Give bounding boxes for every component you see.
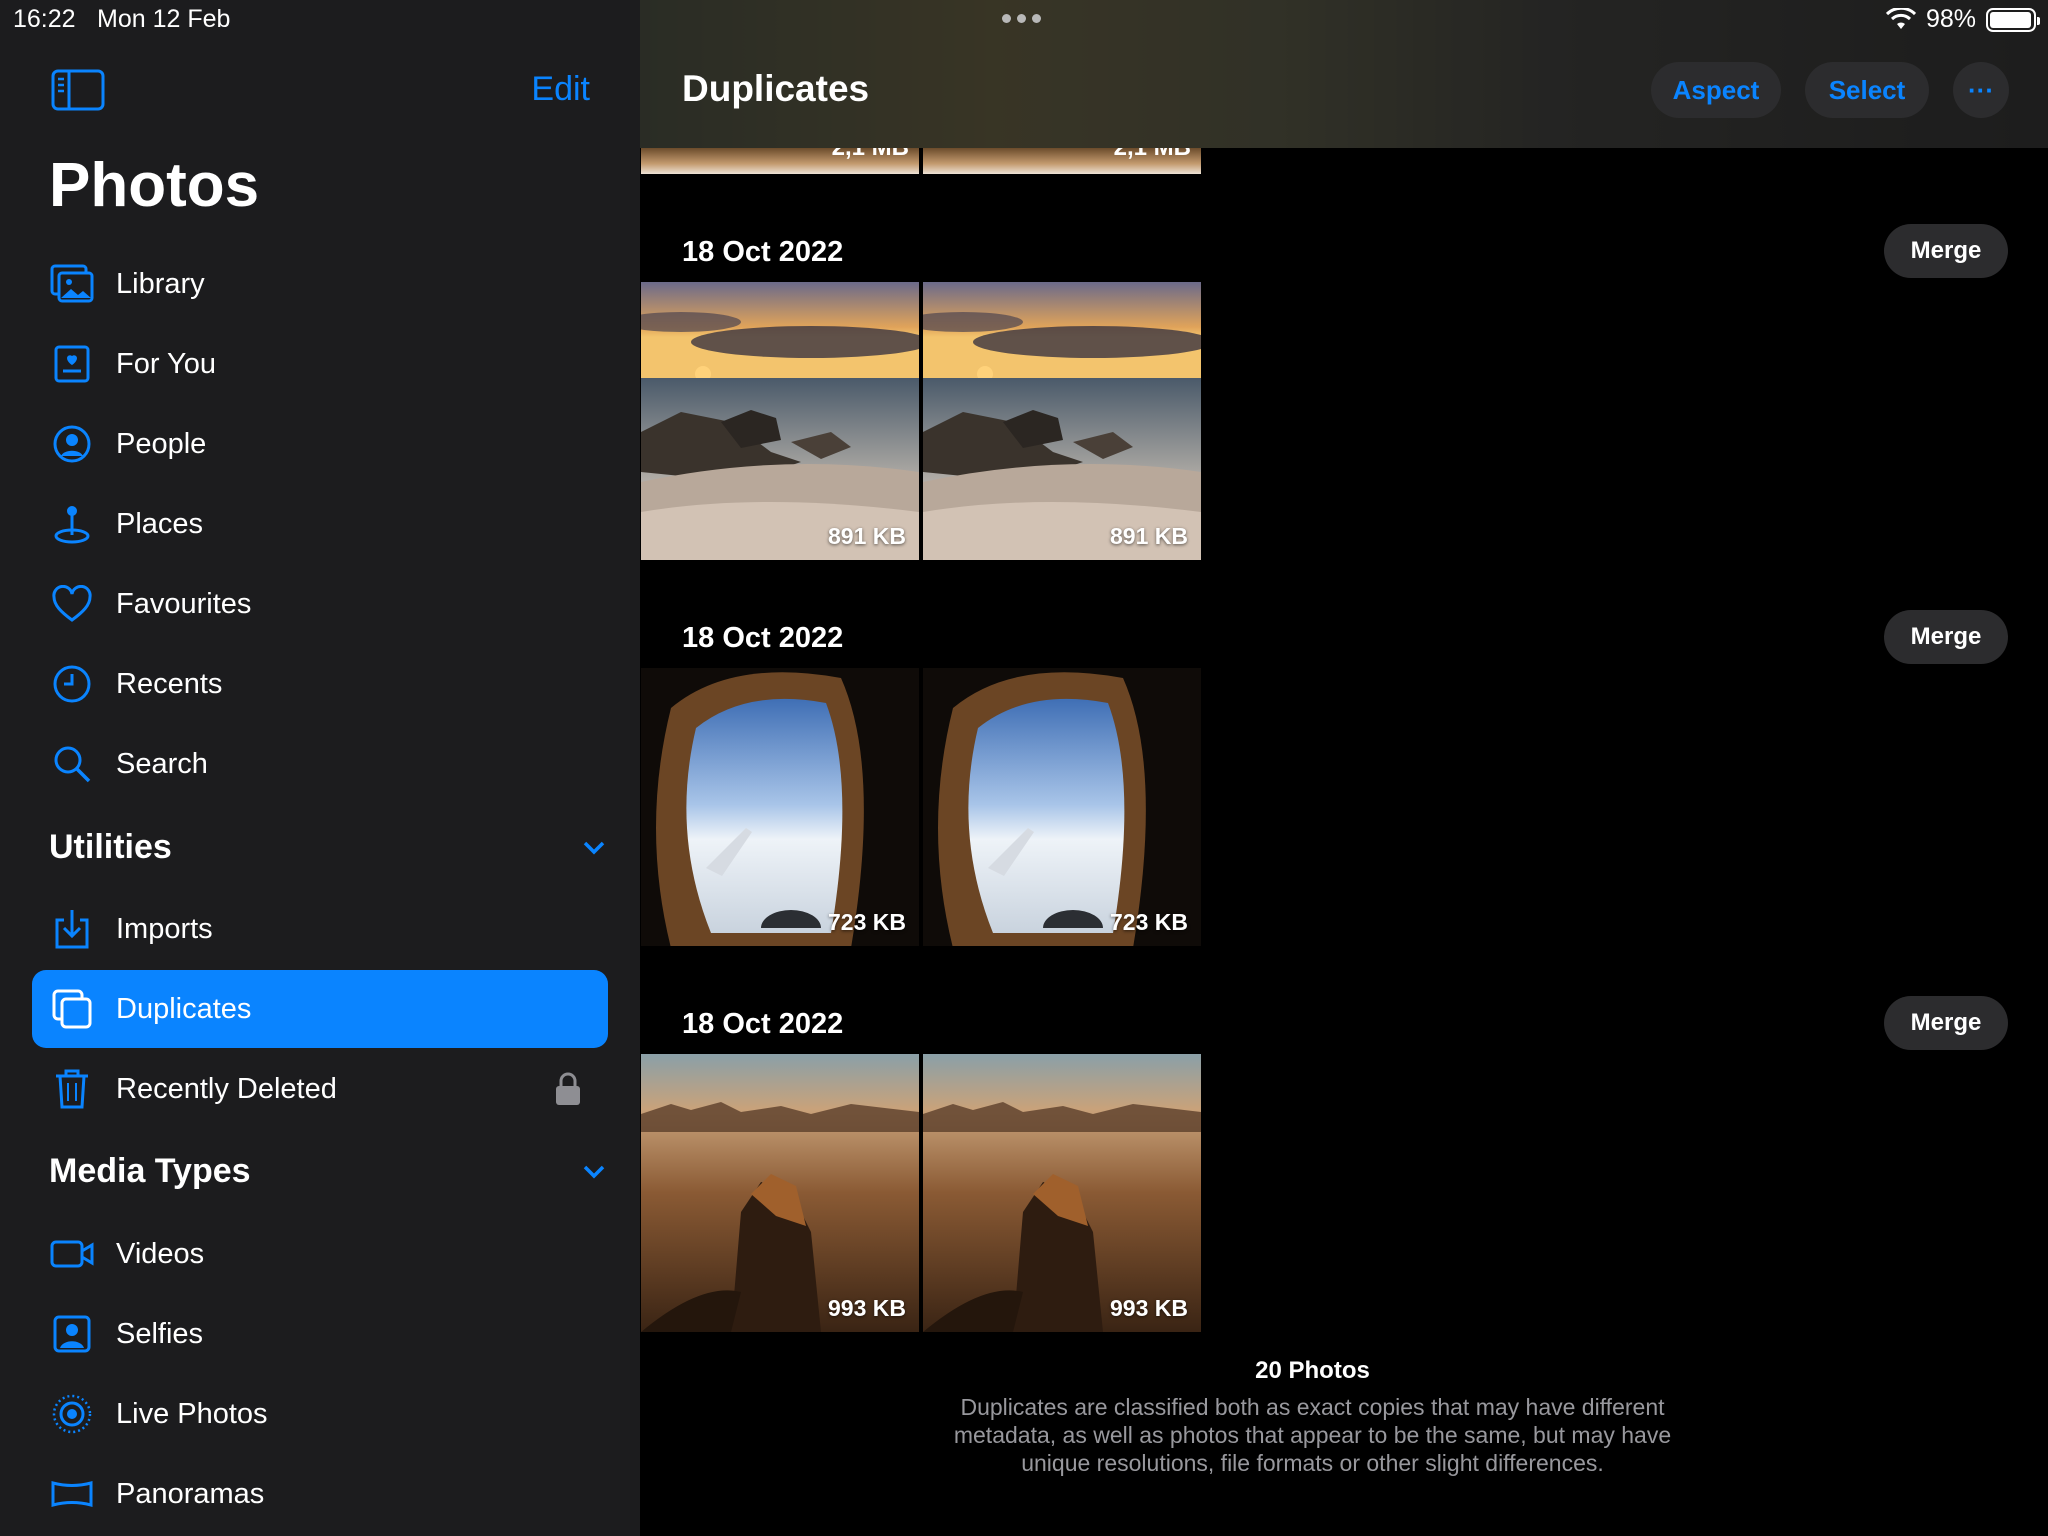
multitasking-menu-button[interactable] <box>1002 14 1041 23</box>
section-title: Media Types <box>49 1151 251 1190</box>
map-pin-icon <box>48 500 96 548</box>
photo-count: 20 Photos <box>1255 1357 1370 1384</box>
sidebar-item-label: Live Photos <box>116 1397 268 1430</box>
sidebar-item-recents[interactable]: Recents <box>32 645 608 723</box>
sidebar-item-selfies[interactable]: Selfies <box>32 1295 608 1373</box>
sidebar-title: Photos <box>49 151 260 220</box>
sidebar-item-label: Library <box>116 267 205 300</box>
trash-icon <box>48 1065 96 1113</box>
photo-size-label: 993 KB <box>828 1295 906 1321</box>
photo-thumbnail[interactable]: 993 KB <box>923 1054 1201 1332</box>
photo-size-label: 2,1 MB <box>832 148 909 162</box>
duplicates-description: Duplicates are classified both as exact … <box>953 1394 1672 1476</box>
group-date: 18 Oct 2022 <box>682 1008 844 1040</box>
photo-thumbnail[interactable]: 891 KB <box>641 282 919 560</box>
for-you-icon <box>48 340 96 388</box>
duplicates-footer: 20 Photos Duplicates are classified both… <box>940 1357 1685 1477</box>
utilities-section-header[interactable]: Utilities <box>49 822 609 872</box>
photo-thumbnail[interactable]: 993 KB <box>641 1054 919 1332</box>
photo-size-label: 993 KB <box>1110 1295 1188 1321</box>
media-types-section-header[interactable]: Media Types <box>49 1146 609 1196</box>
group-date: 18 Oct 2022 <box>682 236 844 268</box>
photo-library-icon <box>48 260 96 308</box>
select-button[interactable]: Select <box>1805 62 1929 118</box>
sidebar-item-label: Imports <box>116 912 213 945</box>
sidebar-item-label: Selfies <box>116 1317 204 1350</box>
photo-thumbnail[interactable]: 723 KB <box>923 668 1201 946</box>
status-time: 16:22 <box>13 5 76 33</box>
heart-icon <box>48 580 96 628</box>
panorama-icon <box>48 1470 96 1518</box>
person-circle-icon <box>48 420 96 468</box>
sidebar: Edit Photos Library For You People Place… <box>0 0 640 1536</box>
merge-button[interactable]: Merge <box>1884 610 2008 664</box>
sidebar-item-places[interactable]: Places <box>32 485 608 563</box>
merge-button[interactable]: Merge <box>1884 996 2008 1050</box>
sidebar-item-label: Recently Deleted <box>116 1072 337 1105</box>
sidebar-item-label: Videos <box>116 1237 205 1270</box>
chevron-down-icon <box>583 1165 605 1179</box>
sidebar-item-imports[interactable]: Imports <box>32 890 608 968</box>
live-photo-icon <box>48 1390 96 1438</box>
aspect-button[interactable]: Aspect <box>1651 62 1781 118</box>
sidebar-item-library[interactable]: Library <box>32 245 608 323</box>
main-content[interactable]: Duplicates Aspect Select ··· 2,1 MB 2,1 … <box>640 0 2048 1536</box>
sidebar-item-panoramas[interactable]: Panoramas <box>32 1455 608 1533</box>
sidebar-item-label: Panoramas <box>116 1477 265 1510</box>
sidebar-item-label: Places <box>116 507 204 540</box>
duplicates-icon <box>48 985 96 1033</box>
photo-size-label: 2,1 MB <box>1114 148 1191 162</box>
lock-icon <box>556 1072 580 1105</box>
group-date: 18 Oct 2022 <box>682 622 844 654</box>
photo-size-label: 891 KB <box>1110 523 1188 549</box>
sidebar-item-videos[interactable]: Videos <box>32 1215 608 1293</box>
sidebar-item-label: Recents <box>116 667 223 700</box>
photo-size-label: 723 KB <box>1110 909 1188 935</box>
ellipsis-icon: ··· <box>1968 74 1994 105</box>
sidebar-item-label: Duplicates <box>116 992 252 1025</box>
photo-thumbnail[interactable]: 723 KB <box>641 668 919 946</box>
status-date: Mon 12 Feb <box>97 5 231 33</box>
photo-size-label: 891 KB <box>828 523 906 549</box>
search-icon <box>48 740 96 788</box>
photo-size-label: 723 KB <box>828 909 906 935</box>
sidebar-toggle-icon <box>51 69 105 111</box>
page-title: Duplicates <box>682 68 870 109</box>
selfie-icon <box>48 1310 96 1358</box>
photo-thumbnail[interactable]: 891 KB <box>923 282 1201 560</box>
edit-button[interactable]: Edit <box>531 70 590 109</box>
sidebar-item-label: Favourites <box>116 587 252 620</box>
photo-thumbnail-partial[interactable]: 2,1 MB <box>923 148 1201 174</box>
clock-icon <box>48 660 96 708</box>
sidebar-item-label: Search <box>116 747 208 780</box>
sidebar-item-duplicates[interactable]: Duplicates <box>32 970 608 1048</box>
sidebar-toggle-button[interactable] <box>50 68 106 112</box>
section-title: Utilities <box>49 827 172 866</box>
sidebar-item-people[interactable]: People <box>32 405 608 483</box>
sidebar-item-label: People <box>116 427 207 460</box>
sidebar-item-live-photos[interactable]: Live Photos <box>32 1375 608 1453</box>
sidebar-item-label: For You <box>116 347 216 380</box>
photo-thumbnail-partial[interactable]: 2,1 MB <box>641 148 919 174</box>
import-icon <box>48 905 96 953</box>
sidebar-item-search[interactable]: Search <box>32 725 608 803</box>
chevron-down-icon <box>583 841 605 855</box>
merge-button[interactable]: Merge <box>1884 224 2008 278</box>
sidebar-item-favourites[interactable]: Favourites <box>32 565 608 643</box>
more-options-button[interactable]: ··· <box>1953 62 2009 118</box>
video-icon <box>48 1230 96 1278</box>
sidebar-item-for-you[interactable]: For You <box>32 325 608 403</box>
sidebar-item-recently-deleted[interactable]: Recently Deleted <box>32 1050 608 1128</box>
navigation-bar: Duplicates Aspect Select ··· <box>640 0 2048 148</box>
